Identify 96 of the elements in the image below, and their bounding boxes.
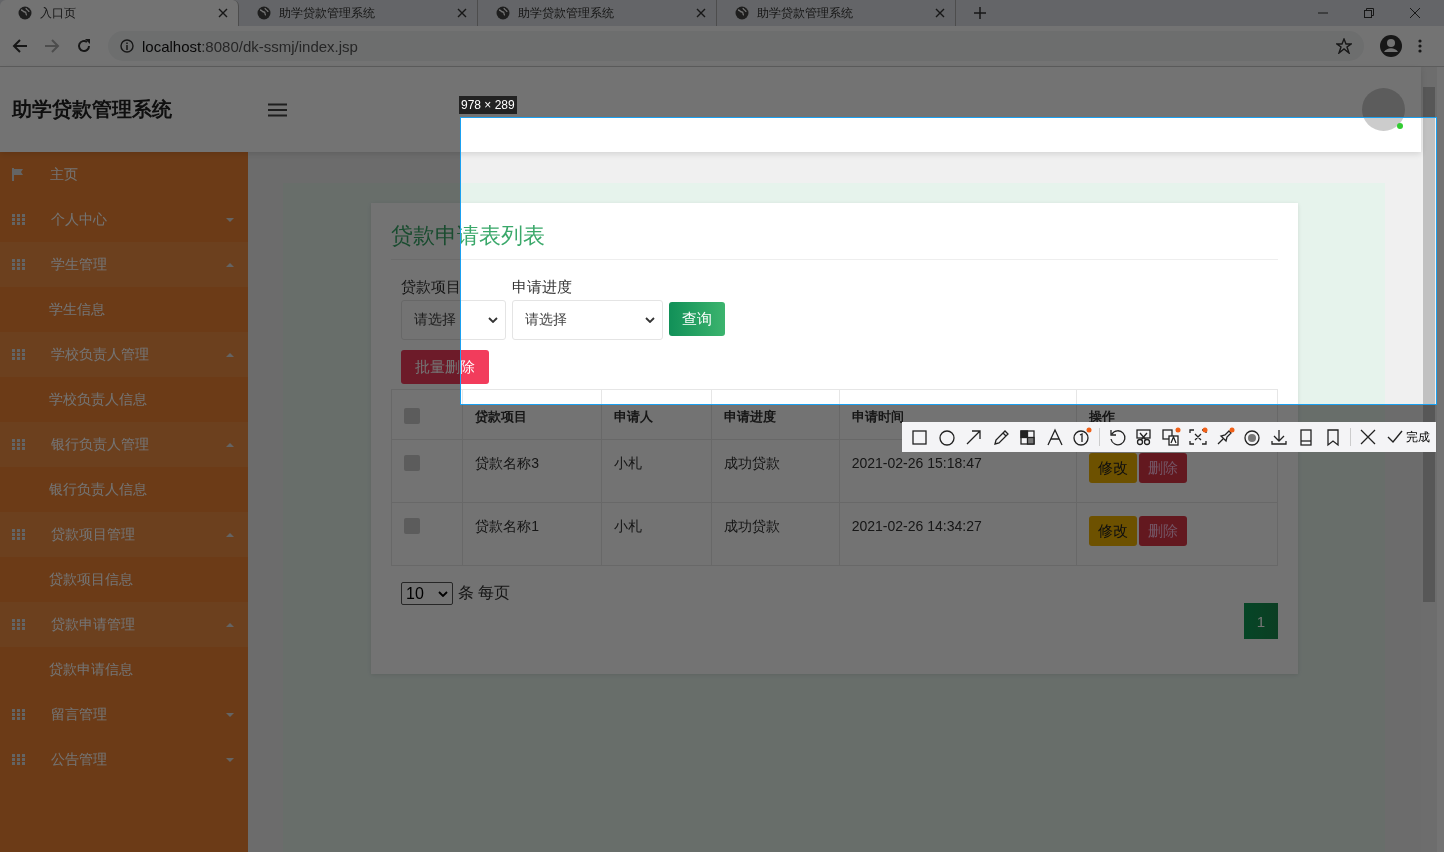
record-icon[interactable] bbox=[1242, 427, 1262, 447]
browser-tab[interactable]: 助学贷款管理系统 bbox=[478, 0, 717, 26]
filter-label: 贷款项目 bbox=[401, 278, 462, 297]
number-icon[interactable] bbox=[1072, 427, 1092, 447]
caret-icon bbox=[226, 352, 234, 357]
table-cell: 贷款名称3 bbox=[462, 439, 602, 503]
check-icon bbox=[1387, 430, 1403, 444]
arrow-icon[interactable] bbox=[964, 427, 984, 447]
caret-icon bbox=[226, 622, 234, 627]
caret-icon bbox=[226, 217, 234, 222]
filter-label: 申请进度 bbox=[512, 278, 573, 297]
table-cell: 贷款名称1 bbox=[462, 502, 602, 566]
avatar[interactable] bbox=[1362, 88, 1405, 131]
globe-icon bbox=[496, 6, 510, 20]
chevron-icon bbox=[488, 317, 498, 323]
browser-tab[interactable]: 助学贷款管理系统 bbox=[239, 0, 478, 26]
browser-tab[interactable]: 助学贷款管理系统 bbox=[717, 0, 956, 26]
grid-icon bbox=[12, 439, 25, 450]
grid-icon bbox=[12, 709, 25, 720]
star-icon[interactable] bbox=[1336, 38, 1352, 54]
delete-button[interactable]: 删除 bbox=[1139, 516, 1188, 546]
scissors-icon[interactable] bbox=[1134, 427, 1154, 447]
page-button[interactable]: 1 bbox=[1244, 603, 1278, 639]
caret-icon bbox=[226, 262, 234, 267]
table-cell: 成功贷款 bbox=[711, 502, 840, 566]
sidebar-subitem[interactable]: 银行负责人信息 bbox=[0, 467, 248, 512]
grid-icon bbox=[12, 529, 25, 540]
column-header: 申请进度 bbox=[711, 389, 840, 440]
info-icon[interactable] bbox=[120, 39, 134, 53]
selection-size-label: 978 × 289 bbox=[459, 96, 517, 114]
profile-icon[interactable] bbox=[1380, 35, 1402, 57]
url-text: localhost:8080/dk-ssmj/index.jsp bbox=[142, 37, 358, 55]
text-scan-icon[interactable] bbox=[1188, 427, 1208, 447]
column-header: 贷款项目 bbox=[462, 389, 602, 440]
address-bar[interactable]: localhost:8080/dk-ssmj/index.jsp bbox=[108, 31, 1364, 61]
close-icon[interactable] bbox=[1358, 427, 1378, 447]
menu-icon[interactable] bbox=[1418, 39, 1422, 53]
sidebar-item[interactable]: 贷款项目管理 bbox=[0, 512, 248, 557]
globe-icon bbox=[18, 6, 32, 20]
caret-icon bbox=[226, 532, 234, 537]
mosaic-icon[interactable] bbox=[1018, 427, 1038, 447]
edit-button[interactable]: 修改 bbox=[1089, 516, 1138, 546]
globe-icon bbox=[735, 6, 749, 20]
download-icon[interactable] bbox=[1269, 427, 1289, 447]
browser-tab[interactable]: 入口页 bbox=[0, 0, 239, 26]
text-icon[interactable] bbox=[1045, 427, 1065, 447]
chevron-icon bbox=[645, 317, 655, 323]
caret-icon bbox=[226, 712, 234, 717]
page-size-label: 条 每页 bbox=[458, 583, 511, 603]
menu-icon[interactable] bbox=[268, 102, 287, 117]
status-dot-icon bbox=[1397, 123, 1403, 129]
chevron-icon bbox=[438, 590, 448, 597]
sidebar-subitem[interactable]: 学生信息 bbox=[0, 287, 248, 332]
pin-icon[interactable] bbox=[1215, 427, 1235, 447]
sidebar-item[interactable]: 贷款申请管理 bbox=[0, 602, 248, 647]
sidebar-item[interactable]: 留言管理 bbox=[0, 692, 248, 737]
sidebar-item[interactable]: 学生管理 bbox=[0, 242, 248, 287]
grid-icon bbox=[12, 259, 25, 270]
table-cell: 小札 bbox=[601, 502, 712, 566]
grid-icon bbox=[12, 349, 25, 360]
caret-icon bbox=[226, 442, 234, 447]
grid-icon bbox=[12, 754, 25, 765]
sidebar-item[interactable]: 主页 bbox=[0, 152, 248, 197]
edit-button[interactable]: 修改 bbox=[1089, 453, 1138, 483]
sidebar-item[interactable]: 公告管理 bbox=[0, 737, 248, 782]
sidebar-subitem[interactable]: 贷款项目信息 bbox=[0, 557, 248, 602]
translate-icon[interactable] bbox=[1161, 427, 1181, 447]
table-cell: 成功贷款 bbox=[711, 439, 840, 503]
rectangle-icon[interactable] bbox=[910, 427, 930, 447]
dropdown[interactable]: 请选择 bbox=[512, 300, 663, 340]
sidebar-subitem[interactable]: 学校负责人信息 bbox=[0, 377, 248, 422]
reload-icon[interactable] bbox=[76, 38, 92, 54]
grid-icon bbox=[12, 619, 25, 630]
table-cell: 2021-02-26 14:34:27 bbox=[839, 502, 1077, 566]
undo-icon[interactable] bbox=[1107, 427, 1127, 447]
column-header: 申请人 bbox=[601, 389, 712, 440]
sidebar-item[interactable]: 银行负责人管理 bbox=[0, 422, 248, 467]
app-title: 助学贷款管理系统 bbox=[12, 97, 173, 122]
search-button[interactable]: 查询 bbox=[669, 302, 725, 336]
sidebar-subitem[interactable]: 贷款申请信息 bbox=[0, 647, 248, 692]
dropdown[interactable]: 请选择 bbox=[401, 300, 506, 340]
table-cell: 小札 bbox=[601, 439, 712, 503]
restore-icon[interactable] bbox=[1364, 8, 1374, 18]
sidebar-item[interactable]: 个人中心 bbox=[0, 197, 248, 242]
batch-delete-button[interactable]: 批量删除 bbox=[401, 350, 489, 384]
circle-icon[interactable] bbox=[937, 427, 957, 447]
new-tab-icon[interactable] bbox=[974, 7, 986, 19]
sidebar-item[interactable]: 学校负责人管理 bbox=[0, 332, 248, 377]
globe-icon bbox=[257, 6, 271, 20]
flag-icon bbox=[12, 168, 24, 181]
delete-button[interactable]: 删除 bbox=[1139, 453, 1188, 483]
back-icon[interactable] bbox=[12, 38, 28, 54]
grid-icon bbox=[12, 214, 25, 225]
done-button[interactable]: 完成 bbox=[1387, 428, 1430, 446]
page-size-dropdown[interactable]: 10 bbox=[401, 582, 453, 605]
caret-icon bbox=[226, 757, 234, 762]
